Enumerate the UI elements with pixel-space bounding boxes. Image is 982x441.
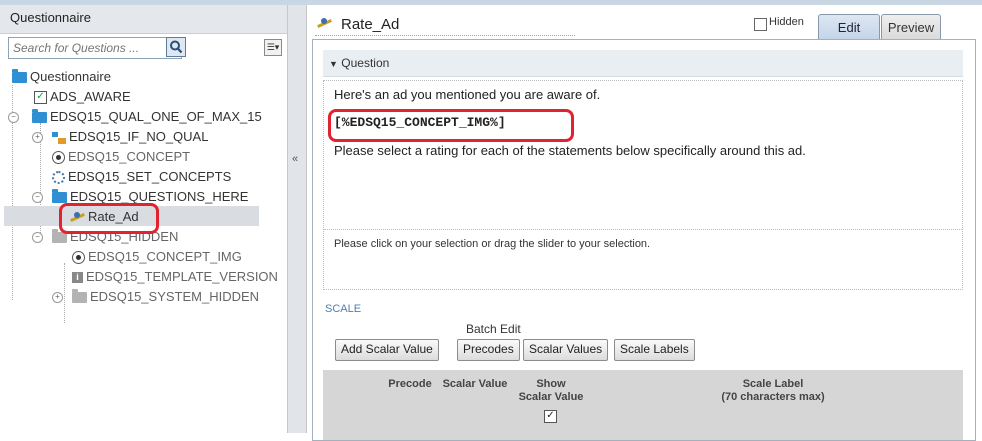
question-line-3: Please select a rating for each of the s… bbox=[334, 143, 806, 158]
tree-menu-button[interactable]: ☰▾ bbox=[264, 39, 282, 56]
tree-label: EDSQ15_QUAL_ONE_OF_MAX_15 bbox=[50, 109, 262, 124]
expand-icon[interactable]: + bbox=[52, 292, 63, 303]
collapse-triangle-icon: ▼ bbox=[329, 59, 338, 69]
question-title-row: Rate_Ad bbox=[315, 15, 575, 36]
search-button[interactable] bbox=[166, 37, 186, 57]
tree-item-qual-one-of-max[interactable]: − EDSQ15_QUAL_ONE_OF_MAX_15 bbox=[8, 107, 262, 127]
folder-gray-icon bbox=[72, 289, 87, 304]
radio-icon bbox=[52, 151, 65, 165]
scale-table-header: Precode Scalar Value Show Scalar Value ✓… bbox=[323, 370, 963, 440]
editor-panel: Rate_Ad Hidden Edit Preview ▼ Question H… bbox=[307, 5, 982, 441]
add-scalar-value-button[interactable]: Add Scalar Value bbox=[335, 339, 439, 361]
scale-section-title: SCALE bbox=[325, 303, 362, 315]
column-show-scalar-line1: Show bbox=[536, 378, 566, 390]
folder-icon bbox=[32, 109, 47, 124]
tree-item-system-hidden[interactable]: + EDSQ15_SYSTEM_HIDDEN bbox=[52, 287, 259, 307]
tab-edit[interactable]: Edit bbox=[818, 14, 880, 41]
search-icon bbox=[170, 40, 183, 54]
hidden-label: Hidden bbox=[769, 16, 804, 28]
checkbox-icon: ✓ bbox=[34, 91, 47, 105]
tree-item-concept[interactable]: EDSQ15_CONCEPT bbox=[52, 147, 190, 167]
expand-icon[interactable]: + bbox=[32, 132, 43, 143]
panel-header: Questionnaire bbox=[0, 5, 287, 34]
collapse-panel-icon[interactable]: « bbox=[292, 153, 298, 165]
tree-label: EDSQ15_CONCEPT_IMG bbox=[88, 249, 242, 264]
tree-label: EDSQ15_QUESTIONS_HERE bbox=[70, 189, 249, 204]
question-section-header[interactable]: ▼ Question bbox=[323, 50, 963, 77]
folder-icon bbox=[12, 69, 27, 84]
tree-item-set-concepts[interactable]: EDSQ15_SET_CONCEPTS bbox=[52, 167, 231, 187]
column-scale-label-line2: (70 characters max) bbox=[721, 391, 825, 403]
expand-icon[interactable]: − bbox=[8, 112, 19, 123]
expand-icon[interactable]: − bbox=[32, 192, 43, 203]
edit-frame: ▼ Question Here's an ad you mentioned yo… bbox=[312, 39, 976, 441]
column-show-scalar-line2: Scalar Value bbox=[518, 391, 584, 403]
scalar-values-button[interactable]: Scalar Values bbox=[523, 339, 609, 361]
tree-item-ads-aware[interactable]: ✓ ADS_AWARE bbox=[34, 87, 131, 107]
questionnaire-panel: Questionnaire ☰▾ Questionnaire ✓ADS_AWAR… bbox=[0, 5, 288, 433]
column-precode: Precode bbox=[388, 378, 432, 390]
search-row: ☰▾ bbox=[8, 37, 283, 59]
tree-item-template-version[interactable]: i EDSQ15_TEMPLATE_VERSION bbox=[72, 267, 278, 287]
show-scalar-checkbox[interactable]: ✓ bbox=[544, 410, 557, 423]
tree-icon bbox=[52, 131, 66, 144]
question-text-area[interactable]: Here's an ad you mentioned you are aware… bbox=[323, 80, 963, 290]
tab-preview[interactable]: Preview bbox=[881, 14, 941, 41]
tree-label: ADS_AWARE bbox=[50, 89, 131, 104]
tree-label: Questionnaire bbox=[30, 69, 111, 84]
tree-label: EDSQ15_SYSTEM_HIDDEN bbox=[90, 289, 260, 304]
info-icon: i bbox=[72, 272, 83, 284]
highlight-annotation bbox=[328, 109, 574, 142]
question-title[interactable]: Rate_Ad bbox=[341, 15, 399, 35]
tree-item-concept-img[interactable]: EDSQ15_CONCEPT_IMG bbox=[72, 247, 242, 267]
tree-label: EDSQ15_IF_NO_QUAL bbox=[69, 129, 209, 144]
column-scale-label-line1: Scale Label bbox=[742, 378, 804, 390]
question-instruction: Please click on your selection or drag t… bbox=[334, 238, 651, 250]
tree-item-if-no-qual[interactable]: + EDSQ15_IF_NO_QUAL bbox=[32, 127, 208, 147]
tree-label: EDSQ15_SET_CONCEPTS bbox=[68, 169, 232, 184]
tree-label: EDSQ15_CONCEPT bbox=[68, 149, 191, 164]
tree-label: EDSQ15_TEMPLATE_VERSION bbox=[86, 269, 278, 284]
hidden-checkbox[interactable] bbox=[754, 18, 767, 31]
scale-labels-button[interactable]: Scale Labels bbox=[614, 339, 695, 361]
divider bbox=[324, 229, 962, 230]
folder-icon bbox=[52, 189, 67, 204]
gear-icon bbox=[52, 171, 65, 185]
question-line-1: Here's an ad you mentioned you are aware… bbox=[334, 87, 601, 102]
tree-root[interactable]: Questionnaire bbox=[12, 67, 111, 87]
search-input[interactable] bbox=[8, 37, 182, 59]
highlight-annotation bbox=[59, 203, 159, 234]
precodes-button[interactable]: Precodes bbox=[457, 339, 520, 361]
batch-edit-label: Batch Edit bbox=[466, 322, 521, 336]
panel-splitter[interactable]: « bbox=[288, 5, 307, 433]
slider-icon bbox=[317, 17, 332, 30]
expand-icon[interactable]: − bbox=[32, 232, 43, 243]
section-title: Question bbox=[341, 56, 390, 70]
radio-icon bbox=[72, 251, 85, 265]
column-scalar-value: Scalar Value bbox=[442, 378, 508, 390]
